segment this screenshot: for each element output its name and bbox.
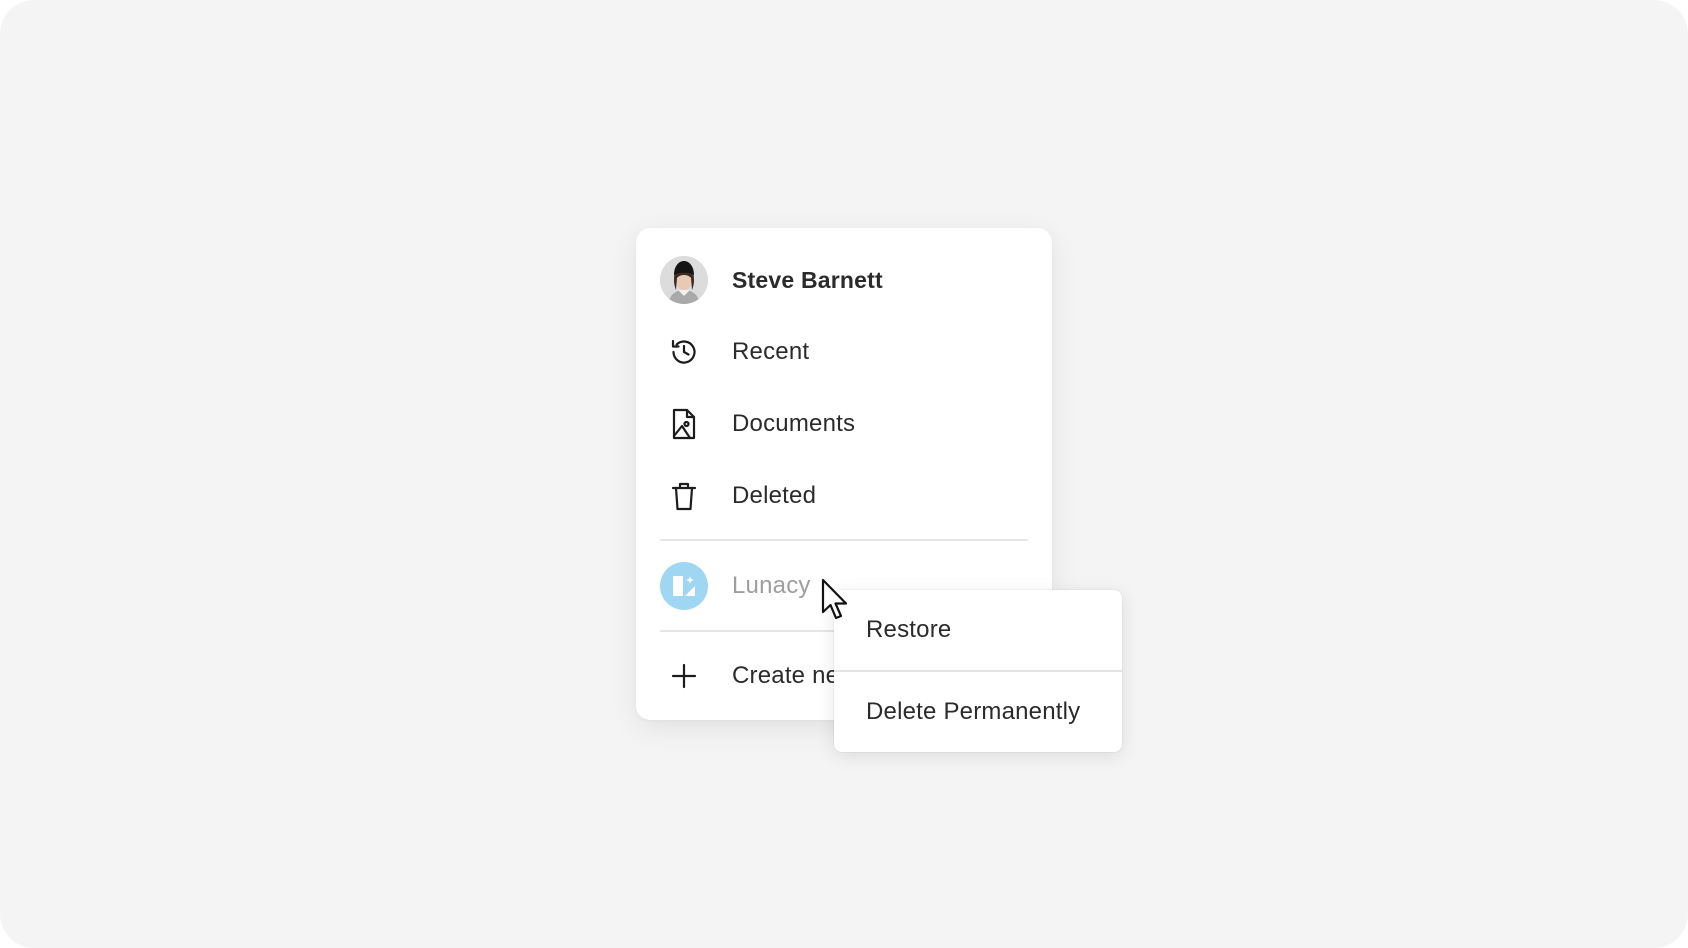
menu-divider — [660, 539, 1028, 541]
lunacy-logo — [660, 562, 708, 610]
document-icon — [660, 400, 708, 448]
mouse-pointer-icon — [821, 578, 848, 620]
sidebar-item-documents[interactable]: Documents — [660, 396, 1028, 452]
team-label: Lunacy — [732, 572, 811, 599]
sidebar-item-label: Recent — [732, 338, 810, 365]
delete-permanently-button[interactable]: Delete Permanently — [834, 672, 1122, 752]
avatar — [660, 256, 708, 304]
trash-icon — [660, 472, 708, 520]
user-name: Steve Barnett — [732, 266, 883, 293]
sidebar-item-label: Documents — [732, 410, 856, 437]
restore-button[interactable]: Restore — [834, 590, 1122, 670]
plus-icon — [660, 652, 708, 700]
context-menu: Restore Delete Permanently — [834, 590, 1122, 752]
background-canvas: Steve Barnett Recent Documents Deleted L… — [0, 0, 1688, 948]
sidebar-item-deleted[interactable]: Deleted — [660, 468, 1028, 524]
sidebar-item-recent[interactable]: Recent — [660, 324, 1028, 380]
user-profile-item[interactable]: Steve Barnett — [660, 252, 1028, 308]
history-icon — [660, 328, 708, 376]
sidebar-item-label: Deleted — [732, 482, 817, 509]
